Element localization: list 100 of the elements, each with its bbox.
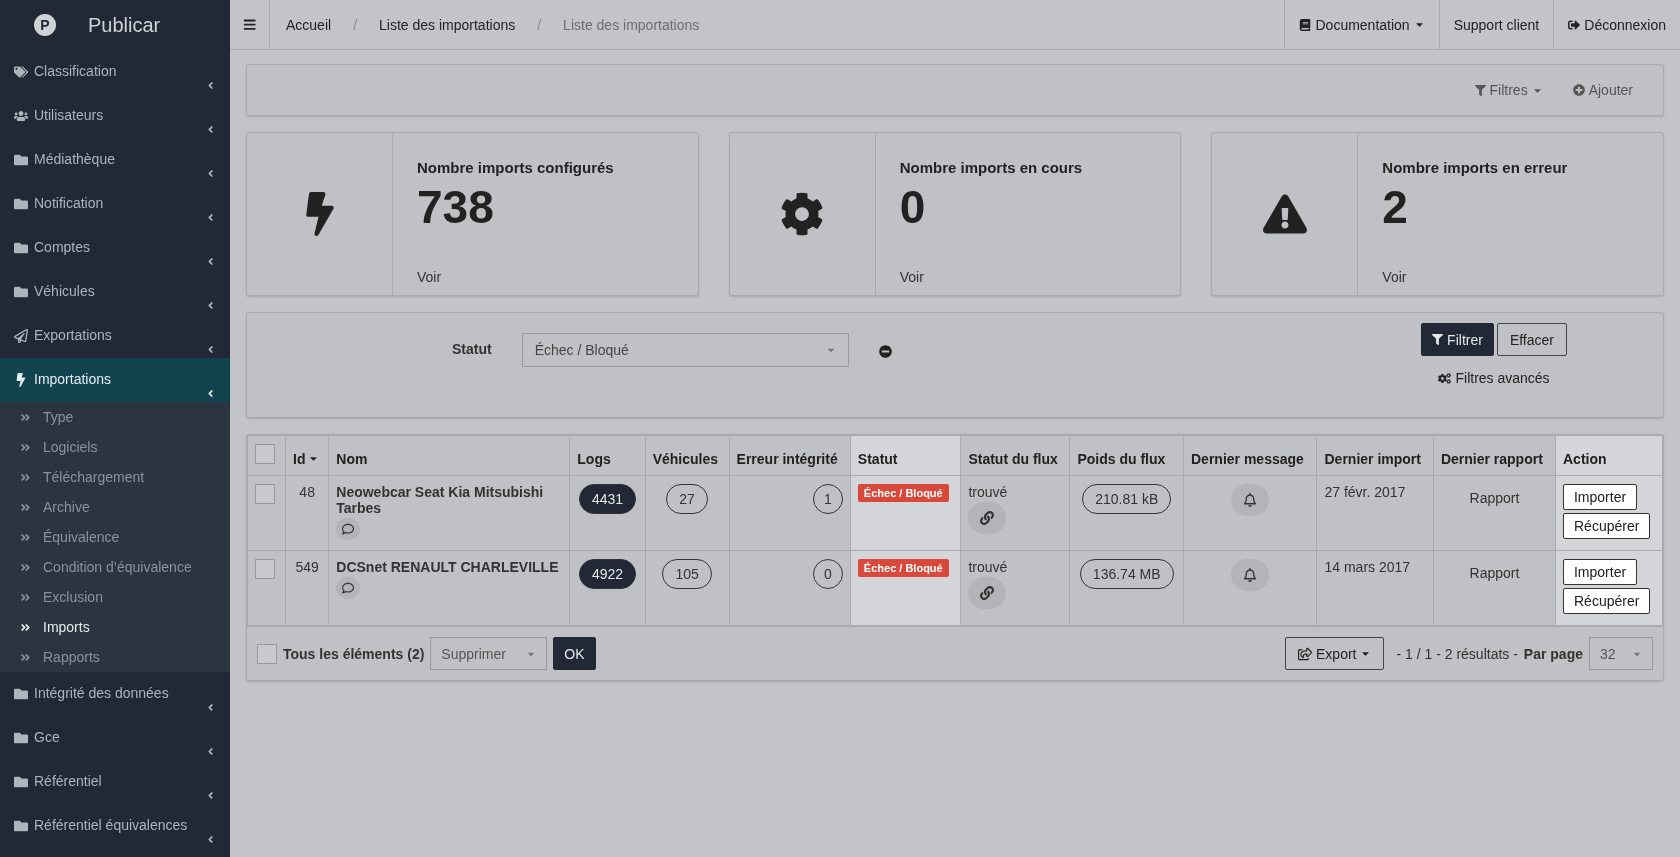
sidebar-item[interactable]: Médiathèque [0, 138, 230, 182]
per-page-label: Par page [1523, 645, 1583, 662]
sidebar-item[interactable]: Exportations [0, 314, 230, 358]
ok-button[interactable]: OK [553, 637, 596, 670]
column-header[interactable]: Dernier message [1183, 435, 1317, 476]
add-link[interactable]: Ajouter [1572, 82, 1633, 98]
sidebar-item[interactable]: Véhicules [0, 270, 230, 314]
submenu-item[interactable]: Logiciels [0, 432, 230, 462]
filter-button[interactable]: Filtrer [1421, 323, 1494, 356]
column-header[interactable]: Logs [569, 435, 646, 476]
stat-value: 738 [417, 180, 495, 234]
top-link[interactable]: Déconnexion [1553, 0, 1680, 49]
report-link[interactable]: Rapport [1469, 490, 1520, 506]
submenu-item[interactable]: Équivalence [0, 522, 230, 552]
submenu-item[interactable]: Condition d’équivalence [0, 552, 230, 582]
column-header[interactable]: Véhicules [645, 435, 730, 476]
double-chevron-icon [20, 501, 31, 513]
stat-title: Nombre imports en cours [899, 159, 1083, 176]
action-button[interactable]: Importer [1563, 559, 1638, 585]
remove-icon[interactable] [878, 345, 892, 358]
stat-link[interactable]: Voir [1382, 269, 1568, 285]
export-button[interactable]: Export [1285, 637, 1385, 670]
sidebar-item[interactable]: Intégrité des données [0, 672, 230, 716]
per-page-select[interactable]: 32 [1589, 637, 1653, 670]
double-chevron-icon [20, 411, 31, 423]
logs-count[interactable]: 4431 [578, 484, 637, 514]
checkbox[interactable] [257, 643, 277, 664]
checkbox[interactable] [255, 559, 275, 579]
submenu-item[interactable]: Téléchargement [0, 462, 230, 492]
sidebar-item[interactable]: Classification [0, 50, 230, 94]
sidebar-item[interactable]: Importations [0, 358, 230, 402]
link-icon[interactable] [968, 577, 1007, 609]
bulk-action-select[interactable]: Supprimer [430, 637, 548, 670]
submenu-item[interactable]: Type [0, 402, 230, 432]
double-chevron-icon [20, 471, 31, 483]
comment-icon[interactable] [336, 518, 361, 540]
table-cell: 48 [285, 475, 329, 551]
advanced-filters-link[interactable]: Filtres avancés [1438, 370, 1550, 386]
report-link[interactable]: Rapport [1469, 565, 1520, 581]
stat-title: Nombre imports configurés [417, 159, 614, 176]
table-cell: 27 févr. 2017 [1317, 475, 1434, 551]
submenu-item[interactable]: Exclusion [0, 582, 230, 612]
column-header[interactable]: Action [1555, 435, 1663, 476]
column-header[interactable]: Id [285, 435, 329, 476]
column-header[interactable]: Dernier import [1317, 435, 1434, 476]
breadcrumb-link[interactable]: Liste des importations [379, 16, 516, 33]
column-header[interactable]: Statut [850, 435, 961, 476]
logo-icon: P [34, 14, 56, 36]
column-header[interactable]: Statut du flux [960, 435, 1070, 476]
action-button[interactable]: Récupérer [1563, 588, 1651, 614]
sidebar-item[interactable]: Comptes [0, 226, 230, 270]
checkbox[interactable] [255, 444, 275, 464]
flux-status: trouvé [968, 559, 1009, 575]
sidebar-item[interactable]: Gce [0, 716, 230, 760]
stat-icon [1262, 192, 1307, 236]
logs-count[interactable]: 4922 [578, 559, 637, 589]
breadcrumb-separator: / [353, 16, 358, 33]
status-label: Échec / Bloqué [857, 559, 949, 577]
plus-icon [1572, 84, 1585, 96]
column-header[interactable]: Erreur intégrité [729, 435, 851, 476]
breadcrumb-link[interactable]: Accueil [286, 16, 332, 33]
stat-link[interactable]: Voir [417, 269, 614, 285]
table-cell: 549 [285, 550, 329, 626]
error-count: 0 [813, 559, 843, 589]
sidebar-item[interactable]: Référentiel équivalences [0, 804, 230, 848]
double-chevron-icon [20, 651, 31, 663]
stat-title: Nombre imports en erreur [1382, 159, 1568, 176]
status-label: Échec / Bloqué [857, 484, 949, 502]
column-header[interactable]: Dernier rapport [1433, 435, 1556, 476]
column-header[interactable]: Poids du flux [1069, 435, 1184, 476]
stat-value: 0 [899, 180, 927, 234]
filters-link[interactable]: Filtres [1474, 82, 1543, 98]
comment-icon[interactable] [336, 577, 361, 599]
double-chevron-icon [20, 441, 31, 453]
sidebar-item[interactable]: Notification [0, 182, 230, 226]
stat-link[interactable]: Voir [899, 269, 1083, 285]
select-all-label: Tous les éléments (2) [283, 645, 425, 662]
flux-status: trouvé [968, 484, 1009, 500]
column-header[interactable]: Nom [328, 435, 570, 476]
submenu-item[interactable]: Imports [0, 612, 230, 642]
import-name: DCSnet RENAULT CHARLEVILLE [336, 559, 559, 575]
filter-icon [1474, 84, 1486, 96]
filter-label: Statut [452, 341, 492, 359]
action-button[interactable]: Récupérer [1563, 513, 1651, 539]
top-link[interactable]: Support client [1438, 0, 1554, 49]
clear-button[interactable]: Effacer [1496, 323, 1567, 356]
top-link[interactable]: Documentation [1284, 0, 1439, 49]
bell-icon[interactable] [1231, 559, 1270, 591]
sidebar-item[interactable]: Référentiel [0, 760, 230, 804]
status-select[interactable]: Échec / Bloqué [521, 333, 849, 367]
checkbox[interactable] [255, 484, 275, 504]
link-icon[interactable] [968, 502, 1007, 534]
bell-icon[interactable] [1231, 484, 1270, 516]
stat-icon [780, 192, 825, 236]
submenu-item[interactable]: Rapports [0, 642, 230, 672]
double-chevron-icon [20, 531, 31, 543]
submenu-item[interactable]: Archive [0, 492, 230, 522]
sidebar-item[interactable]: Utilisateurs [0, 94, 230, 138]
action-button[interactable]: Importer [1563, 484, 1638, 510]
import-name: Neowebcar Seat Kia Mitsubishi Tarbes [336, 484, 544, 516]
